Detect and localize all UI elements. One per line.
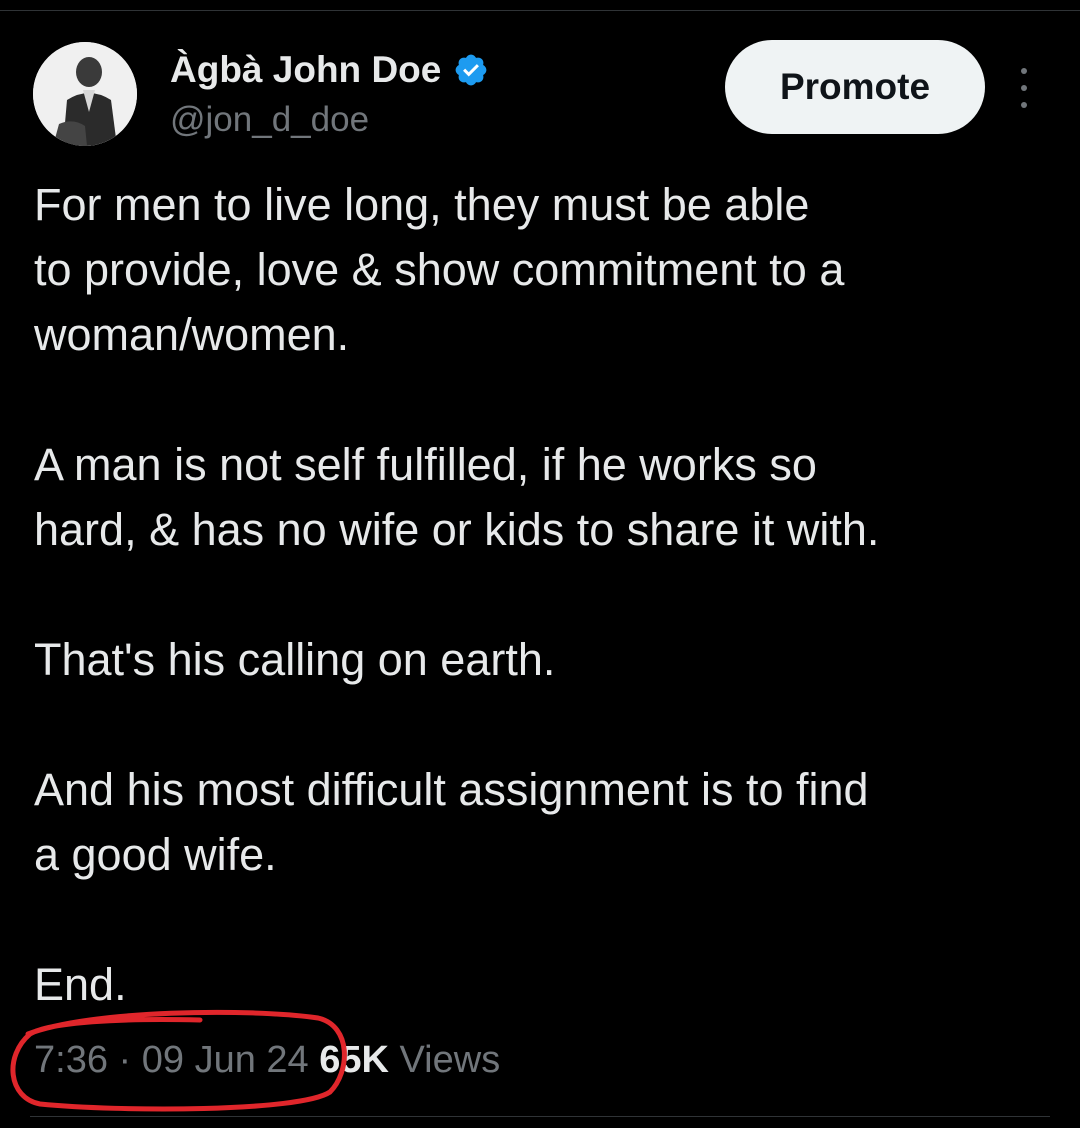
tweet-paragraph: That's his calling on earth. <box>34 634 556 685</box>
tweet-paragraph: End. <box>34 959 127 1010</box>
more-vertical-icon[interactable] <box>1008 68 1040 108</box>
more-dot <box>1021 102 1027 108</box>
views-label: Views <box>399 1039 501 1081</box>
verified-badge-icon <box>455 54 487 86</box>
author-display-name[interactable]: Àgbà John Doe <box>170 48 441 92</box>
tweet-date[interactable]: 09 Jun 24 <box>142 1039 309 1081</box>
tweet-paragraph: And his most difficult assignment is to … <box>34 764 869 880</box>
bottom-divider <box>30 1116 1050 1117</box>
avatar-photo <box>33 42 137 146</box>
tweet-meta: 7:36 · 09 Jun 24 65K Views <box>34 1036 500 1084</box>
tweet-paragraph: For men to live long, they must be able … <box>34 179 845 360</box>
meta-separator: · <box>118 1039 132 1081</box>
more-dot <box>1021 85 1027 91</box>
author-display-name-row[interactable]: Àgbà John Doe <box>170 48 489 92</box>
promote-button[interactable]: Promote <box>725 40 985 134</box>
views-count[interactable]: 65K <box>319 1039 389 1081</box>
tweet-paragraph: A man is not self fulfilled, if he works… <box>34 439 880 555</box>
more-dot <box>1021 68 1027 74</box>
avatar[interactable] <box>33 42 137 146</box>
tweet-text: For men to live long, they must be able … <box>34 172 1044 1017</box>
tweet-time[interactable]: 7:36 <box>34 1039 108 1081</box>
top-divider <box>0 10 1080 11</box>
author-handle[interactable]: @jon_d_doe <box>170 98 369 142</box>
